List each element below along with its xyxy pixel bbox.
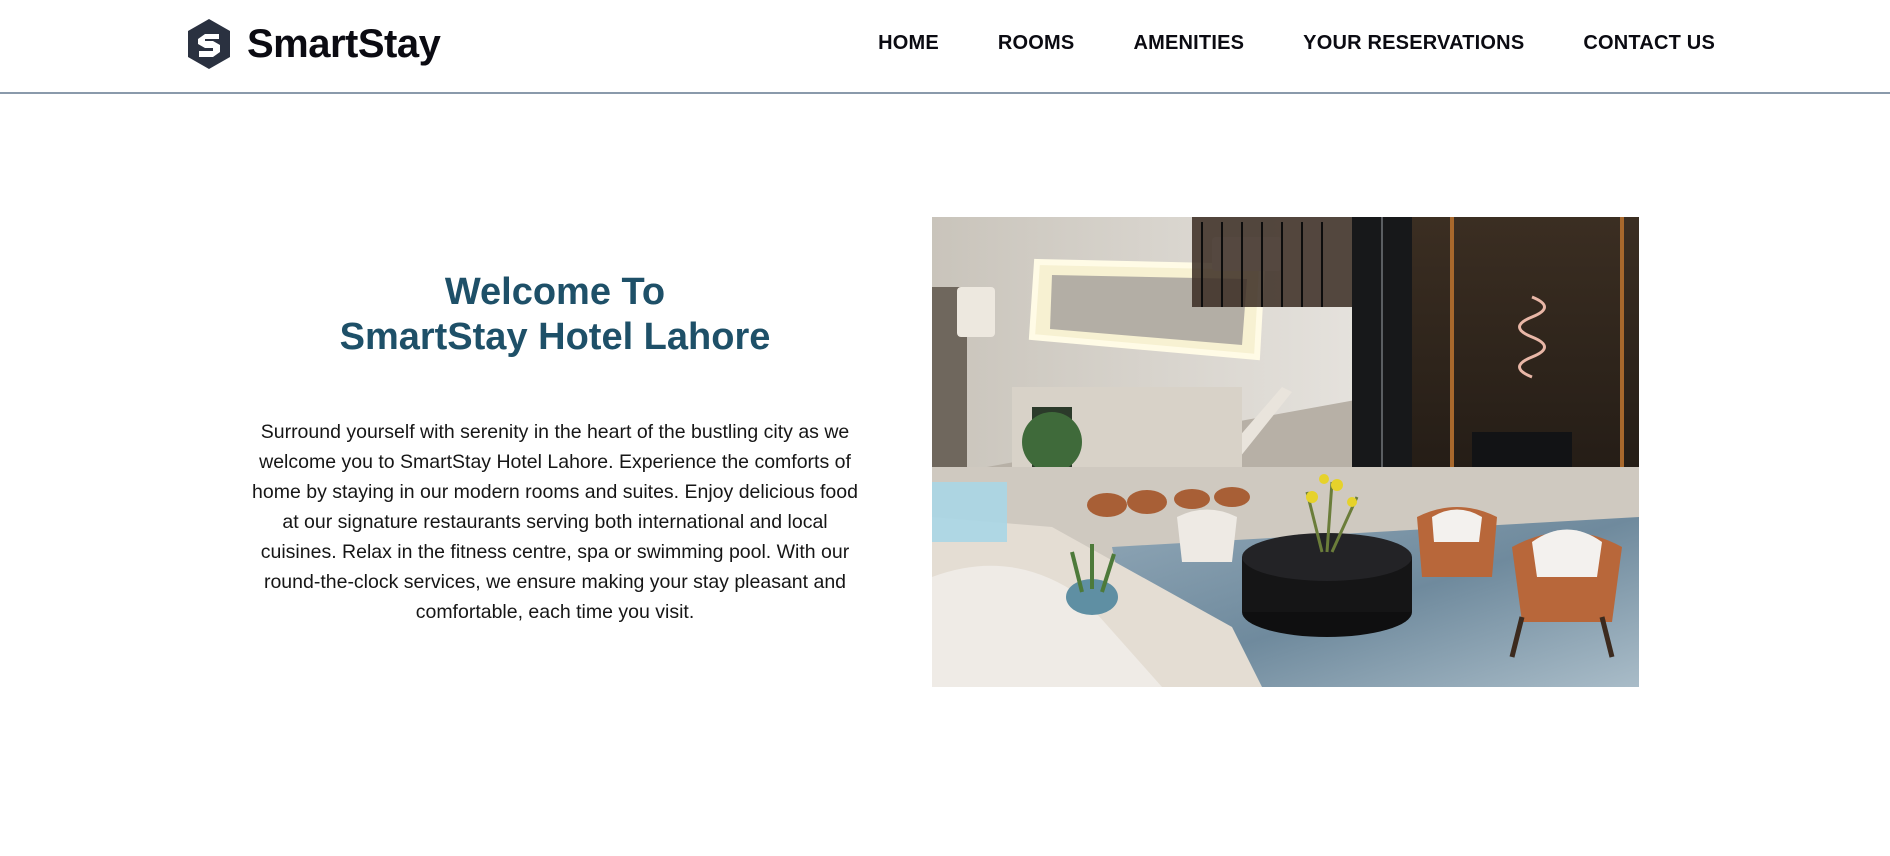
- nav-item-home: HOME: [878, 32, 939, 55]
- hexagon-s-logo-icon: [188, 19, 230, 69]
- welcome-section: Welcome To SmartStay Hotel Lahore Surrou…: [230, 270, 880, 627]
- nav-item-contact: CONTACT US: [1583, 32, 1715, 55]
- nav-link-amenities[interactable]: AMENITIES: [1133, 32, 1244, 54]
- welcome-title-line1: Welcome To: [444, 271, 666, 313]
- nav-link-contact[interactable]: CONTACT US: [1583, 32, 1715, 54]
- nav-link-home[interactable]: HOME: [878, 32, 939, 54]
- brand-logo[interactable]: SmartStay: [185, 16, 441, 72]
- welcome-description: Surround yourself with serenity in the h…: [252, 421, 858, 623]
- lounge-illustration: [932, 217, 1639, 687]
- nav-link-rooms[interactable]: ROOMS: [998, 32, 1075, 54]
- hotel-lounge-photo: [932, 217, 1639, 687]
- nav-link-reservations[interactable]: YOUR RESERVATIONS: [1303, 32, 1524, 54]
- site-header: SmartStay HOME ROOMS AMENITIES YOUR RESE…: [0, 0, 1890, 94]
- main-nav: HOME ROOMS AMENITIES YOUR RESERVATIONS C…: [878, 0, 1715, 86]
- welcome-title: Welcome To SmartStay Hotel Lahore: [230, 270, 880, 360]
- nav-item-reservations: YOUR RESERVATIONS: [1303, 32, 1524, 55]
- brand-name: SmartStay: [247, 21, 441, 66]
- nav-item-amenities: AMENITIES: [1133, 32, 1244, 55]
- welcome-title-line2: SmartStay Hotel Lahore: [339, 316, 771, 358]
- nav-item-rooms: ROOMS: [998, 32, 1075, 55]
